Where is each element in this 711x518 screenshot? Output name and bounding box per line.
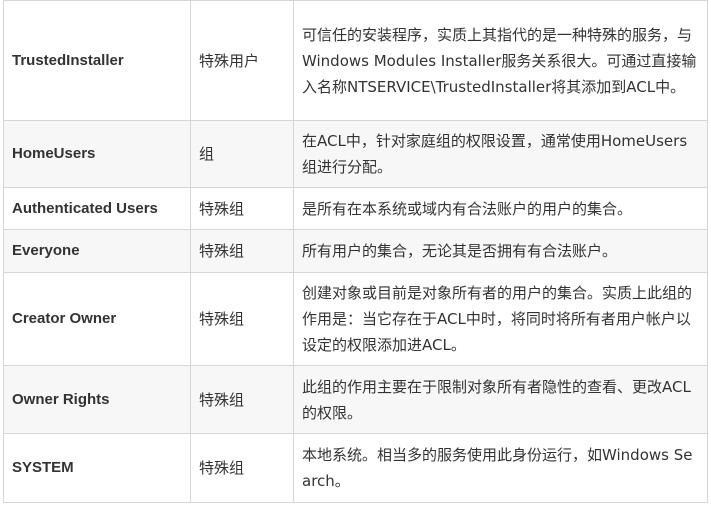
- principal-type-cell: 特殊用户: [190, 0, 294, 121]
- principal-name-cell: Authenticated Users: [3, 187, 191, 230]
- principal-name-cell: HomeUsers: [3, 120, 191, 188]
- principal-description-cell: 所有用户的集合，无论其是否拥有有合法账户。: [293, 229, 708, 273]
- principal-type-cell: 特殊组: [190, 365, 294, 434]
- principal-type-cell: 特殊组: [190, 272, 294, 366]
- table-row: Everyone 特殊组 所有用户的集合，无论其是否拥有有合法账户。: [3, 229, 708, 273]
- principal-type-cell: 特殊组: [190, 187, 294, 230]
- principal-type-cell: 特殊组: [190, 433, 294, 503]
- principal-description-cell: 在ACL中，针对家庭组的权限设置，通常使用HomeUsers组进行分配。: [293, 120, 708, 188]
- table-row: SYSTEM 特殊组 本地系统。相当多的服务使用此身份运行，如Windows S…: [3, 433, 708, 503]
- table-row: Owner Rights 特殊组 此组的作用主要在于限制对象所有者隐性的查看、更…: [3, 365, 708, 434]
- principal-name-cell: Creator Owner: [3, 272, 191, 366]
- principal-description-cell: 是所有在本系统或域内有合法账户的用户的集合。: [293, 187, 708, 230]
- principal-description-cell: 此组的作用主要在于限制对象所有者隐性的查看、更改ACL的权限。: [293, 365, 708, 434]
- principal-name-cell: Owner Rights: [3, 365, 191, 434]
- principal-type-cell: 特殊组: [190, 229, 294, 273]
- page: TrustedInstaller 特殊用户 可信任的安装程序，实质上其指代的是一…: [0, 0, 711, 518]
- principal-name-cell: Everyone: [3, 229, 191, 273]
- acl-principals-table: TrustedInstaller 特殊用户 可信任的安装程序，实质上其指代的是一…: [3, 0, 708, 503]
- table-row: Creator Owner 特殊组 创建对象或目前是对象所有者的用户的集合。实质…: [3, 272, 708, 366]
- principal-name-cell: TrustedInstaller: [3, 0, 191, 121]
- table-row: Authenticated Users 特殊组 是所有在本系统或域内有合法账户的…: [3, 187, 708, 230]
- principal-name-cell: SYSTEM: [3, 433, 191, 503]
- principal-description-cell: 创建对象或目前是对象所有者的用户的集合。实质上此组的作用是：当它存在于ACL中时…: [293, 272, 708, 366]
- principal-type-cell: 组: [190, 120, 294, 188]
- principal-description-cell: 本地系统。相当多的服务使用此身份运行，如Windows Search。: [293, 433, 708, 503]
- principal-description-cell: 可信任的安装程序，实质上其指代的是一种特殊的服务，与Windows Module…: [293, 0, 708, 121]
- table-row: TrustedInstaller 特殊用户 可信任的安装程序，实质上其指代的是一…: [3, 0, 708, 121]
- table-row: HomeUsers 组 在ACL中，针对家庭组的权限设置，通常使用HomeUse…: [3, 120, 708, 188]
